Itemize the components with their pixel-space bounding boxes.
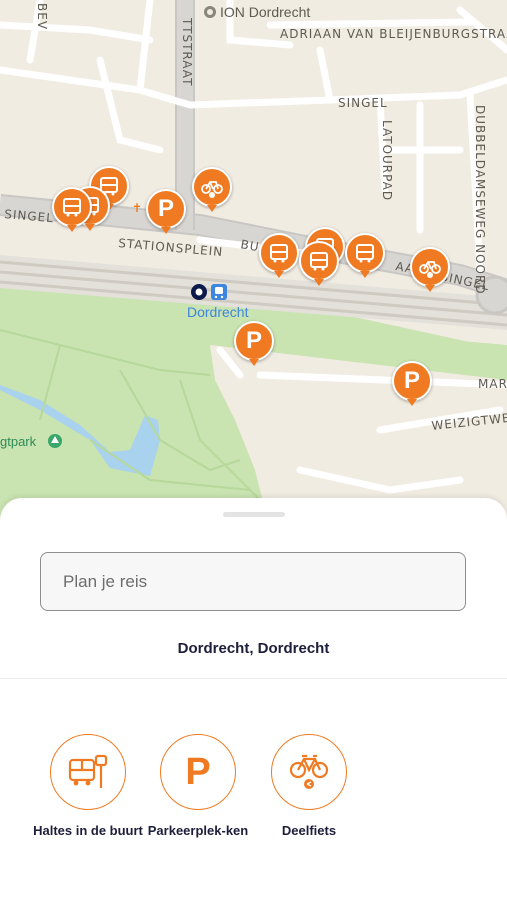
bike-icon [201,181,223,198]
street-label-latourpad: LATOURPAD [380,120,394,201]
category-label: Parkeerplek-ken [147,823,249,838]
category-label: Haltes in de buurt [33,823,143,838]
bus-stop-pin[interactable] [52,187,92,232]
street-label-mark: MARK [478,377,507,391]
station-label: Dordrecht [187,304,249,320]
current-location-label: Dordrecht, Dordrecht [177,640,330,657]
category-bus-stops[interactable]: Haltes in de buurt [33,734,143,840]
shared-bike-pin[interactable] [410,247,450,292]
category-shared-bikes[interactable]: Deelfiets [254,734,364,840]
bus-icon [63,198,81,217]
divider [0,678,507,679]
parking-icon: P [245,327,262,354]
street-label-ttstraat: TTSTRAAT [180,17,194,86]
bike-icon [419,261,441,278]
bus-stop-pin[interactable] [345,233,385,278]
parking-pin[interactable]: P [234,321,274,366]
parking-icon: P [403,367,420,394]
bus-stop-pin[interactable] [299,241,339,286]
sheet-drag-handle[interactable] [223,512,285,517]
poi-ion-dordrecht[interactable]: ION Dordrecht [204,4,310,20]
bus-stop-pin[interactable] [259,233,299,278]
street-label-singel-top: SINGEL [338,96,388,110]
parking-pin[interactable]: P [392,361,432,406]
shared-bike-pin[interactable] [192,167,232,212]
parking-icon: P [157,195,174,222]
parking-pin[interactable]: P [146,189,186,234]
map[interactable]: ADRIAAN VAN BLEIJENBURGSTRAAT SINGEL SIN… [0,0,507,530]
category-parking[interactable]: P Parkeerplek-ken [143,734,253,840]
category-label: Deelfiets [281,823,337,838]
bus-icon [356,244,374,263]
parking-letter: P [185,751,211,793]
bottom-sheet: Dordrecht, Dordrecht Haltes in de buurt … [0,498,507,900]
shared-bike-icon[interactable] [271,734,347,810]
bus-icon [310,252,328,271]
poi-label: ION Dordrecht [220,4,310,20]
parking-icon[interactable]: P [160,734,236,810]
park-label: gtpark [0,434,37,449]
park-poi[interactable]: gtpark [0,434,62,449]
street-label-bev: BEV [35,3,49,30]
bus-icon [270,244,288,263]
plan-trip-input[interactable] [40,552,466,611]
restaurant-icon: ✝ [132,201,142,215]
street-label-dubbeldamseweg: DUBBELDAMSEWEG NOORD [473,105,487,295]
street-label-adriaan: ADRIAAN VAN BLEIJENBURGSTRAAT [280,27,507,41]
bus-stop-icon[interactable] [50,734,126,810]
